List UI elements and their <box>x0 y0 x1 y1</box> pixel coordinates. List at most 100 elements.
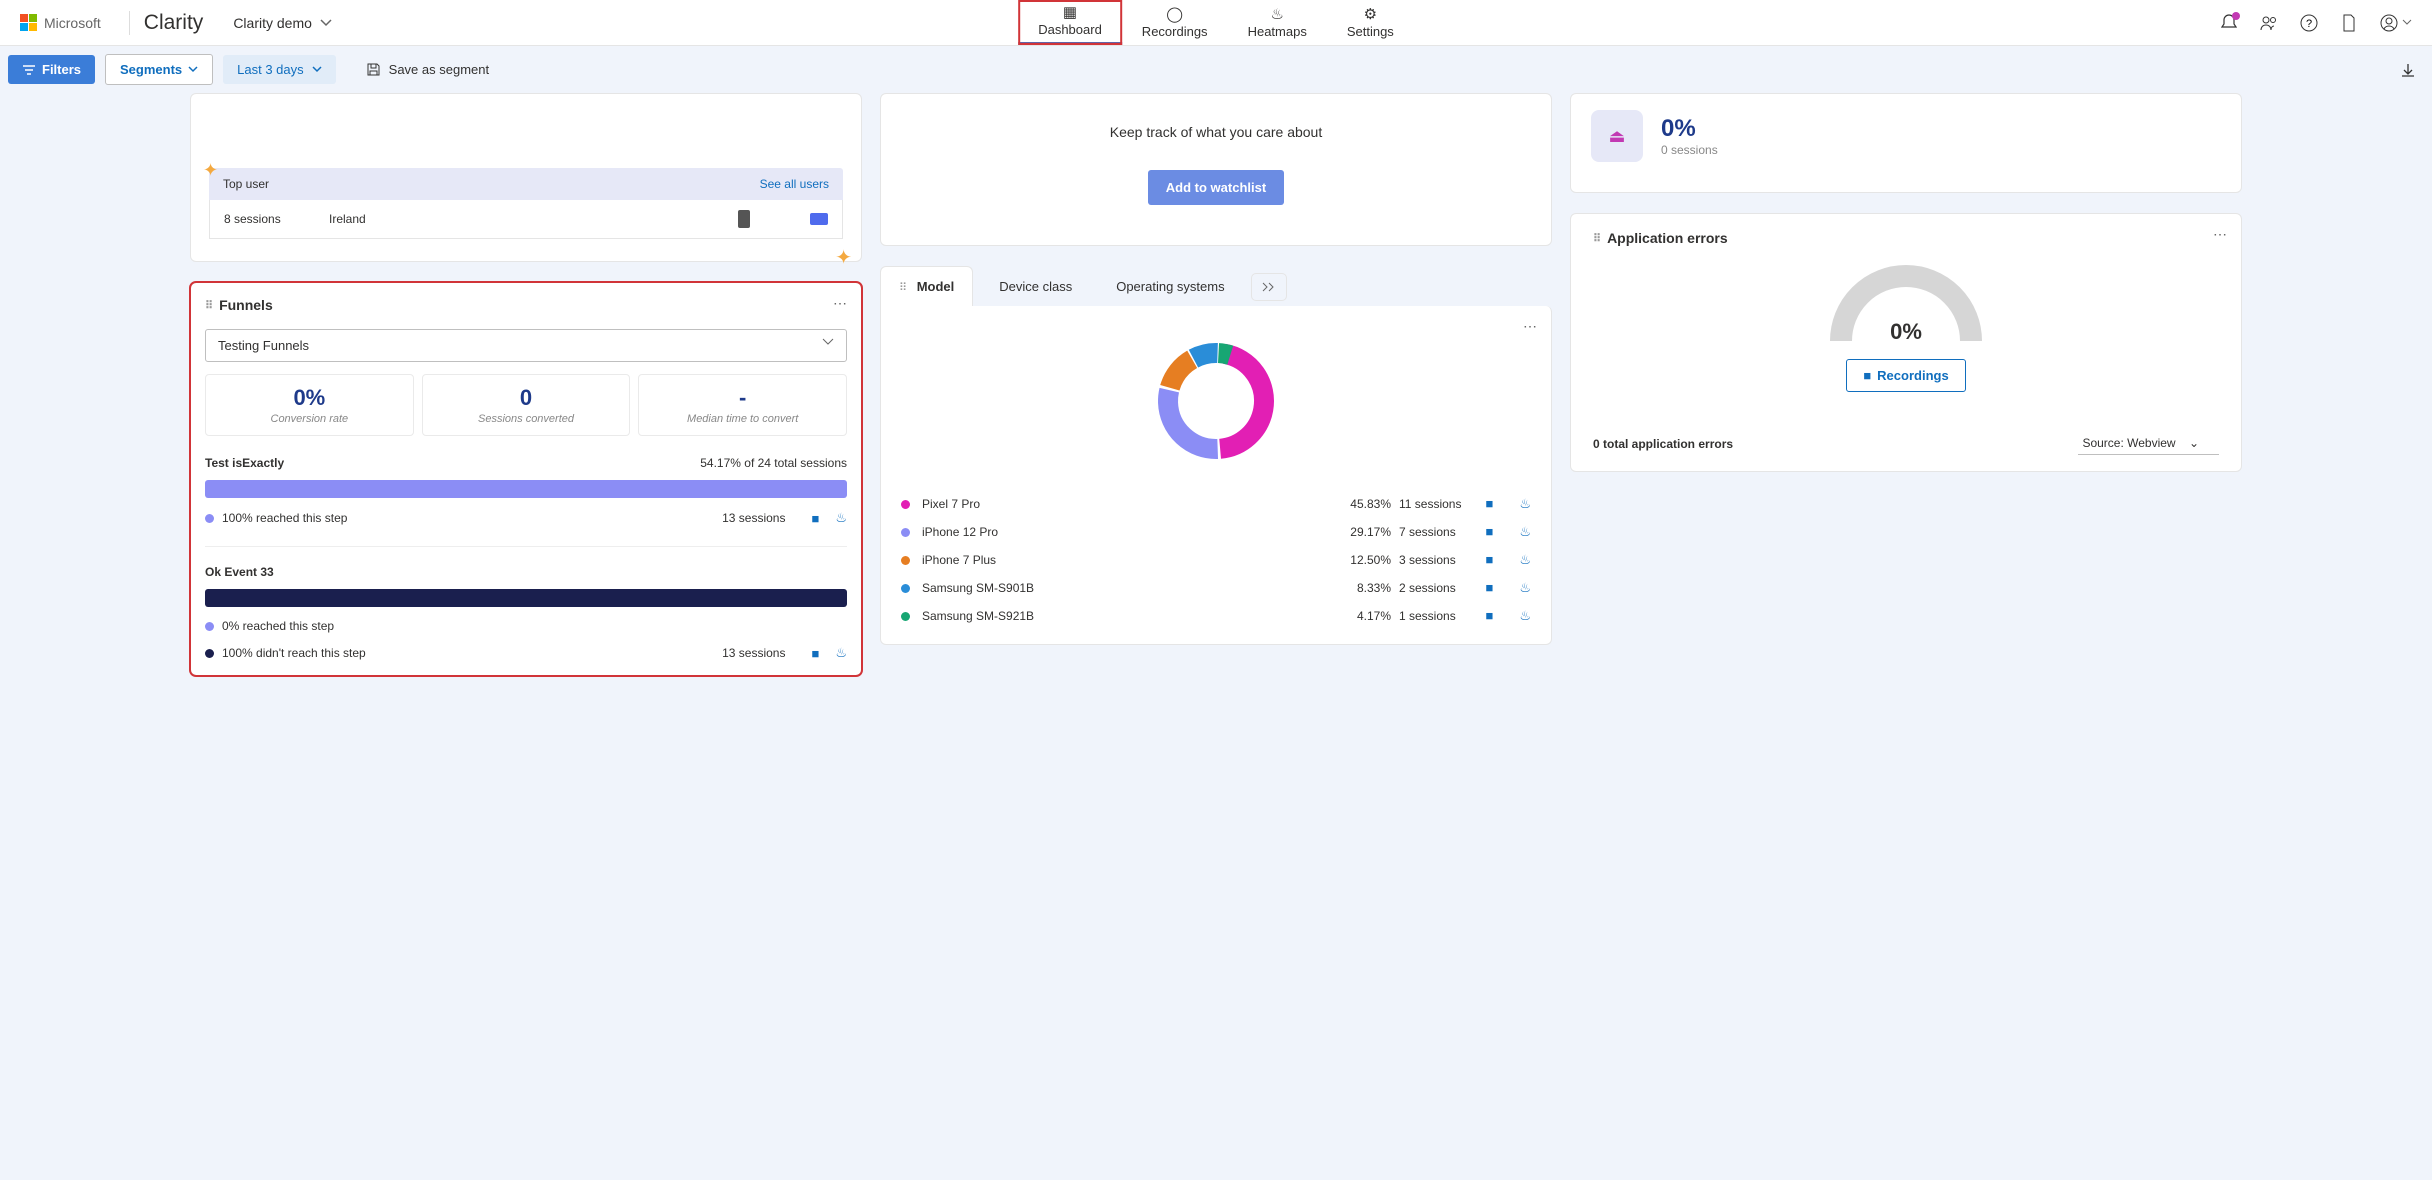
flame-icon[interactable]: ♨ <box>1519 580 1531 596</box>
see-all-users-link[interactable]: See all users <box>760 177 829 191</box>
tab-more-button[interactable] <box>1251 273 1287 301</box>
document-icon[interactable] <box>2340 14 2358 32</box>
segments-button[interactable]: Segments <box>105 54 213 85</box>
model-pct: 8.33% <box>1331 581 1391 595</box>
filters-button[interactable]: Filters <box>8 55 95 84</box>
download-icon[interactable] <box>2400 62 2416 78</box>
dot-icon <box>205 649 214 658</box>
video-icon[interactable]: ■ <box>811 646 819 661</box>
watchlist-text: Keep track of what you care about <box>895 124 1537 140</box>
column-2: Keep track of what you care about Add to… <box>880 93 1552 676</box>
chevron-down-icon <box>312 66 322 73</box>
top-user-country: Ireland <box>329 212 419 226</box>
video-icon[interactable]: ■ <box>1485 524 1493 540</box>
tab-model[interactable]: ⠿ Model <box>880 266 973 307</box>
dot-icon <box>901 556 910 565</box>
top-user-row[interactable]: 8 sessions Ireland ✦ <box>209 200 843 239</box>
gauge-chart: 0% ■ Recordings <box>1593 246 2219 402</box>
gear-icon: ⚙ <box>1364 7 1377 22</box>
chevron-down-icon <box>320 19 332 27</box>
model-card: ⠿ Model Device class Operating systems ⋯ <box>880 266 1552 645</box>
id-card-icon <box>810 213 828 225</box>
account-icon[interactable] <box>2380 14 2412 32</box>
column-3: ⏏ 0% 0 sessions ⠿ Application errors ⋯ 0… <box>1570 93 2242 676</box>
model-pct: 12.50% <box>1331 553 1391 567</box>
exit-icon: ⏏ <box>1591 110 1643 162</box>
step-summary: 54.17% of 24 total sessions <box>700 456 847 470</box>
tab-device-class[interactable]: Device class <box>981 267 1090 306</box>
flame-icon[interactable]: ♨ <box>1519 552 1531 568</box>
funnel-step-2: Ok Event 33 0% reached this step 100% di… <box>205 546 847 661</box>
tab-operating-systems[interactable]: Operating systems <box>1098 267 1242 306</box>
daterange-button[interactable]: Last 3 days <box>223 55 336 84</box>
step-bar <box>205 480 847 498</box>
flame-icon: ♨ <box>1270 7 1283 22</box>
model-name: iPhone 7 Plus <box>922 553 1331 567</box>
model-row[interactable]: Samsung SM-S921B 4.17% 1 sessions ■ ♨ <box>901 608 1531 624</box>
step-row: 100% didn't reach this step 13 sessions … <box>205 645 847 661</box>
top-user-sessions: 8 sessions <box>224 212 329 226</box>
video-icon[interactable]: ■ <box>811 511 819 526</box>
microsoft-logo <box>20 14 38 32</box>
step-bar <box>205 589 847 607</box>
dashboard-icon: ▦ <box>1063 5 1077 20</box>
nav-recordings[interactable]: ◯ Recordings <box>1122 0 1228 45</box>
grip-icon[interactable]: ⠿ <box>899 282 907 294</box>
model-sessions: 1 sessions <box>1391 609 1471 623</box>
svg-text:?: ? <box>2306 18 2312 30</box>
column-1: ✦ Top user See all users 8 sessions Irel… <box>190 93 862 676</box>
model-name: Samsung SM-S921B <box>922 609 1331 623</box>
model-pct: 4.17% <box>1331 609 1391 623</box>
model-pct: 29.17% <box>1331 525 1391 539</box>
flame-icon[interactable]: ♨ <box>1519 608 1531 624</box>
app-errors-title: ⠿ Application errors <box>1593 230 2219 246</box>
grip-icon[interactable]: ⠿ <box>205 299 213 312</box>
funnel-select[interactable]: Testing Funnels <box>205 329 847 362</box>
video-icon[interactable]: ■ <box>1485 496 1493 512</box>
project-dropdown[interactable]: Clarity demo <box>233 15 332 31</box>
sparkle-icon: ✦ <box>835 245 852 270</box>
source-dropdown[interactable]: Source: Webview ⌄ <box>2078 432 2219 455</box>
top-user-card: ✦ Top user See all users 8 sessions Irel… <box>190 93 862 262</box>
notifications-icon[interactable] <box>2220 14 2238 32</box>
people-icon[interactable] <box>2260 14 2278 32</box>
step-row: 0% reached this step <box>205 619 847 633</box>
card-more-icon[interactable]: ⋯ <box>2213 226 2229 243</box>
dot-icon <box>205 514 214 523</box>
video-icon[interactable]: ■ <box>1485 608 1493 624</box>
video-icon[interactable]: ■ <box>1485 552 1493 568</box>
total-errors: 0 total application errors <box>1593 437 1733 451</box>
nav-heatmaps[interactable]: ♨ Heatmaps <box>1228 0 1327 45</box>
help-icon[interactable]: ? <box>2300 14 2318 32</box>
chevron-down-icon <box>822 338 834 346</box>
nav-settings[interactable]: ⚙ Settings <box>1327 0 1414 45</box>
add-to-watchlist-button[interactable]: Add to watchlist <box>1148 170 1284 205</box>
flame-icon[interactable]: ♨ <box>835 510 847 526</box>
gauge-value: 0% <box>1890 319 1922 345</box>
stat-conversion-rate: 0% Conversion rate <box>205 374 414 436</box>
filter-icon <box>22 64 36 76</box>
flame-icon[interactable]: ♨ <box>835 645 847 661</box>
model-sessions: 3 sessions <box>1391 553 1471 567</box>
model-row[interactable]: Pixel 7 Pro 45.83% 11 sessions ■ ♨ <box>901 496 1531 512</box>
model-name: Samsung SM-S901B <box>922 581 1331 595</box>
step-name: Ok Event 33 <box>205 565 274 579</box>
card-more-icon[interactable]: ⋯ <box>1523 318 1539 335</box>
model-sessions: 7 sessions <box>1391 525 1471 539</box>
grip-icon[interactable]: ⠿ <box>1593 232 1601 245</box>
model-tabs: ⠿ Model Device class Operating systems <box>880 266 1552 307</box>
stat-sessions-converted: 0 Sessions converted <box>422 374 631 436</box>
model-name: Pixel 7 Pro <box>922 497 1331 511</box>
nav-dashboard[interactable]: ▦ Dashboard <box>1018 0 1122 45</box>
card-more-icon[interactable]: ⋯ <box>833 295 849 312</box>
dot-icon <box>901 612 910 621</box>
video-icon[interactable]: ■ <box>1485 580 1493 596</box>
flame-icon[interactable]: ♨ <box>1519 524 1531 540</box>
model-row[interactable]: iPhone 12 Pro 29.17% 7 sessions ■ ♨ <box>901 524 1531 540</box>
watchlist-card: Keep track of what you care about Add to… <box>880 93 1552 246</box>
flame-icon[interactable]: ♨ <box>1519 496 1531 512</box>
recordings-button[interactable]: ■ Recordings <box>1846 359 1965 392</box>
save-segment-button[interactable]: Save as segment <box>366 62 489 77</box>
model-row[interactable]: Samsung SM-S901B 8.33% 2 sessions ■ ♨ <box>901 580 1531 596</box>
model-row[interactable]: iPhone 7 Plus 12.50% 3 sessions ■ ♨ <box>901 552 1531 568</box>
